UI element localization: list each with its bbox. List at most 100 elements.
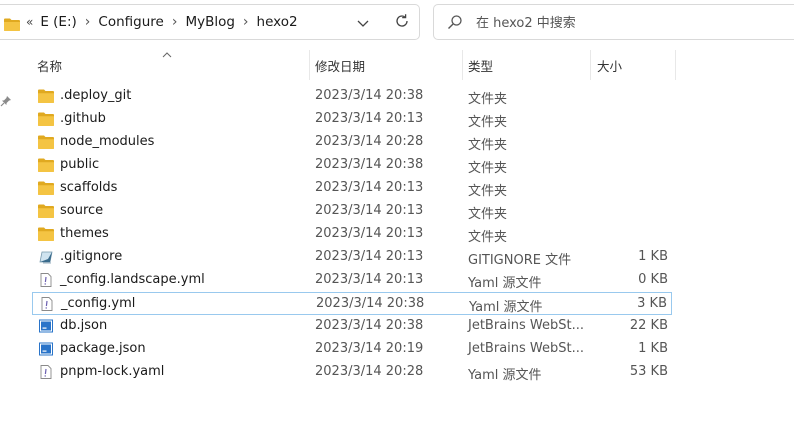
column-divider[interactable] <box>675 50 676 80</box>
pin-icon[interactable] <box>0 92 12 111</box>
folder-icon <box>38 181 54 195</box>
file-modified-date: 2023/3/14 20:13 <box>315 203 424 218</box>
search-box[interactable] <box>433 4 794 40</box>
file-modified-date: 2023/3/14 20:38 <box>315 157 424 172</box>
gitignore-file-icon <box>38 250 54 264</box>
file-size: 0 KB <box>638 272 668 287</box>
column-header-name[interactable]: 名称 <box>37 50 307 80</box>
file-name: pnpm-lock.yaml <box>60 364 165 379</box>
yaml-file-icon <box>38 273 54 287</box>
file-type: 文件夹 <box>468 115 508 130</box>
file-row[interactable]: .github 2023/3/14 20:13 文件夹 <box>32 108 672 131</box>
yaml-file-icon <box>38 365 54 379</box>
file-row[interactable]: _config.yml 2023/3/14 20:38 Yaml 源文件 3 KB <box>32 292 672 315</box>
file-name: .github <box>60 111 106 126</box>
column-header-date-label: 修改日期 <box>315 58 366 74</box>
file-row[interactable]: package.json 2023/3/14 20:19 JetBrains Web… <box>32 338 672 361</box>
file-row[interactable]: source 2023/3/14 20:13 文件夹 <box>32 200 672 223</box>
file-name: source <box>60 203 104 218</box>
file-name: scaffolds <box>60 180 118 195</box>
file-type: 文件夹 <box>468 230 508 245</box>
file-name: db.json <box>60 318 108 333</box>
file-name: _config.landscape.yml <box>60 272 205 287</box>
folder-icon <box>38 112 54 126</box>
refresh-icon[interactable] <box>394 13 410 33</box>
yaml-file-icon <box>39 297 55 311</box>
column-divider[interactable] <box>462 50 463 80</box>
file-type: JetBrains WebSt... <box>468 341 585 356</box>
breadcrumb-configure[interactable]: Configure <box>97 12 164 32</box>
file-name: .deploy_git <box>60 88 132 103</box>
file-type: JetBrains WebSt... <box>468 318 585 333</box>
file-name: _config.yml <box>61 296 136 311</box>
column-divider[interactable] <box>590 50 591 80</box>
file-row[interactable]: _config.landscape.yml 2023/3/14 20:13 Yaml… <box>32 269 672 292</box>
chevron-right-icon[interactable]: › <box>85 14 91 30</box>
chevron-right-icon[interactable]: › <box>172 14 178 30</box>
breadcrumb-hexo2[interactable]: hexo2 <box>256 12 299 32</box>
json-file-icon <box>38 319 54 333</box>
file-modified-date: 2023/3/14 20:38 <box>315 318 424 333</box>
file-type: Yaml 源文件 <box>468 368 542 383</box>
file-modified-date: 2023/3/14 20:13 <box>315 272 424 287</box>
column-header-date[interactable]: 修改日期 <box>315 50 460 80</box>
file-size: 3 KB <box>637 296 667 311</box>
file-size: 53 KB <box>629 364 668 379</box>
file-name: public <box>60 157 100 172</box>
file-name: package.json <box>60 341 146 356</box>
file-name: themes <box>60 226 109 241</box>
file-type: Yaml 源文件 <box>469 300 543 315</box>
column-header-row: 名称 修改日期 类型 大小 <box>0 50 794 80</box>
search-icon <box>447 14 463 34</box>
file-size: 1 KB <box>638 341 668 356</box>
folder-icon <box>38 135 54 149</box>
chevron-right-icon[interactable]: › <box>243 14 249 30</box>
file-row[interactable]: node_modules 2023/3/14 20:28 文件夹 <box>32 131 672 154</box>
file-modified-date: 2023/3/14 20:13 <box>315 180 424 195</box>
column-header-name-label: 名称 <box>37 58 63 74</box>
file-modified-date: 2023/3/14 20:28 <box>315 134 424 149</box>
folder-icon <box>38 158 54 172</box>
file-modified-date: 2023/3/14 20:28 <box>315 364 424 379</box>
address-bar[interactable]: « E (E:) › Configure › MyBlog › hexo2 <box>0 4 420 40</box>
file-type: 文件夹 <box>468 92 508 107</box>
folder-icon <box>4 16 20 35</box>
file-name: .gitignore <box>60 249 123 264</box>
column-header-type-label: 类型 <box>468 58 494 74</box>
file-modified-date: 2023/3/14 20:13 <box>315 249 424 264</box>
file-size: 22 KB <box>629 318 668 333</box>
file-type: GITIGNORE 文件 <box>468 253 572 268</box>
file-modified-date: 2023/3/14 20:13 <box>315 226 424 241</box>
file-row[interactable]: public 2023/3/14 20:38 文件夹 <box>32 154 672 177</box>
file-type: 文件夹 <box>468 184 508 199</box>
column-header-size[interactable]: 大小 <box>597 50 672 80</box>
column-header-size-label: 大小 <box>597 58 623 74</box>
file-name: node_modules <box>60 134 155 149</box>
folder-icon <box>38 204 54 218</box>
chevron-down-icon[interactable] <box>356 15 370 34</box>
file-modified-date: 2023/3/14 20:13 <box>315 111 424 126</box>
column-header-type[interactable]: 类型 <box>468 50 588 80</box>
search-input[interactable] <box>474 13 778 33</box>
breadcrumb-drive[interactable]: E (E:) <box>39 12 77 32</box>
file-row[interactable]: .gitignore 2023/3/14 20:13 GITIGNORE 文件 1 K… <box>32 246 672 269</box>
file-row[interactable]: .deploy_git 2023/3/14 20:38 文件夹 <box>32 85 672 108</box>
file-type: Yaml 源文件 <box>468 276 542 291</box>
file-type: 文件夹 <box>468 138 508 153</box>
file-size: 1 KB <box>638 249 668 264</box>
breadcrumb: « E (E:) › Configure › MyBlog › hexo2 <box>26 5 299 39</box>
json-file-icon <box>38 342 54 356</box>
file-row[interactable]: scaffolds 2023/3/14 20:13 文件夹 <box>32 177 672 200</box>
breadcrumb-myblog[interactable]: MyBlog <box>184 12 235 32</box>
file-modified-date: 2023/3/14 20:38 <box>316 296 425 311</box>
file-type: 文件夹 <box>468 207 508 222</box>
file-row[interactable]: themes 2023/3/14 20:13 文件夹 <box>32 223 672 246</box>
file-row[interactable]: pnpm-lock.yaml 2023/3/14 20:28 Yaml 源文件 53 … <box>32 361 672 384</box>
folder-icon <box>38 89 54 103</box>
folder-icon <box>38 227 54 241</box>
breadcrumb-overflow[interactable]: « <box>26 15 33 29</box>
column-divider[interactable] <box>309 50 310 80</box>
file-modified-date: 2023/3/14 20:19 <box>315 341 424 356</box>
file-modified-date: 2023/3/14 20:38 <box>315 88 424 103</box>
file-row[interactable]: db.json 2023/3/14 20:38 JetBrains WebSt...… <box>32 315 672 338</box>
